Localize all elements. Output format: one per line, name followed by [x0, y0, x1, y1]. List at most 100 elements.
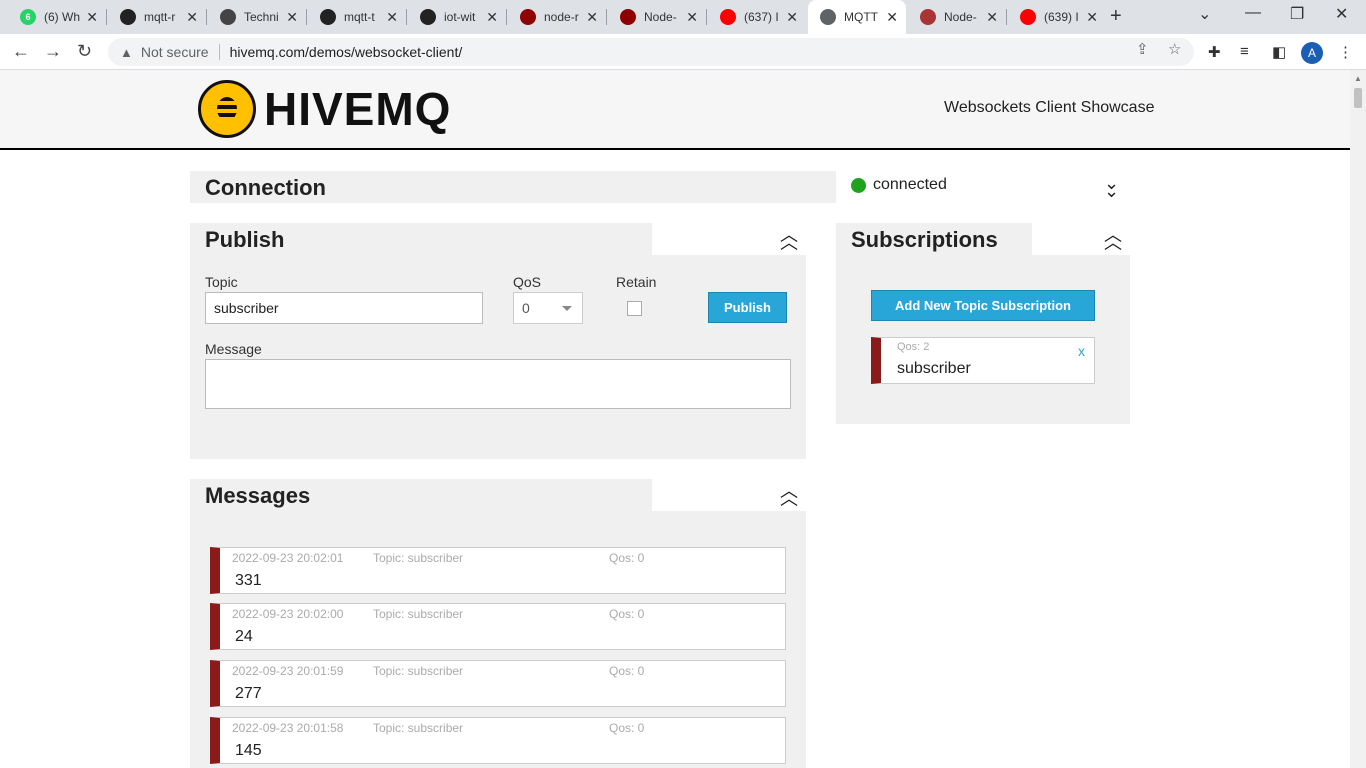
retain-label: Retain [616, 274, 657, 290]
hivemq-logo[interactable]: HIVEMQ [198, 80, 451, 138]
tab-favicon-icon [1020, 9, 1036, 25]
security-label[interactable]: Not secure [141, 44, 209, 60]
tab-title: iot-wit [444, 10, 476, 24]
reload-icon[interactable]: ↻ [77, 41, 92, 62]
subscription-item: Qos: 2 subscriber x [871, 337, 1095, 384]
tab-separator [406, 9, 407, 25]
tab-favicon-icon [420, 9, 436, 25]
url-text[interactable]: hivemq.com/demos/websocket-client/ [230, 44, 463, 60]
browser-tab-bar: 6 (6) Wh ✕ mqtt-r ✕ Techni ✕ mqtt-t ✕ iot-wit ✕ nod… [0, 0, 1366, 34]
scroll-up-icon[interactable]: ▲ [1354, 74, 1362, 83]
collapse-messages-icon[interactable]: ︿ ︿ [780, 482, 798, 508]
browser-tab[interactable]: node-r ✕ [508, 0, 606, 34]
subscription-topic: subscriber [897, 360, 971, 377]
message-topic: Topic: subscriber [373, 664, 464, 678]
minimize-icon[interactable]: — [1245, 4, 1261, 22]
tab-close-icon[interactable]: ✕ [586, 9, 598, 26]
topic-label: Topic [205, 274, 238, 290]
browser-tab[interactable]: (637) I ✕ [708, 0, 806, 34]
expand-connection-icon[interactable]: ⌄ ⌄ [1104, 174, 1119, 200]
warning-icon[interactable]: ▲ [120, 45, 133, 60]
browser-tab[interactable]: iot-wit ✕ [408, 0, 506, 34]
browser-tab[interactable]: mqtt-r ✕ [108, 0, 206, 34]
forward-icon[interactable]: → [44, 41, 62, 62]
qos-value: 0 [522, 300, 530, 316]
remove-subscription-icon[interactable]: x [1078, 343, 1085, 359]
profile-avatar[interactable]: A [1301, 42, 1323, 64]
tab-close-icon[interactable]: ✕ [186, 9, 198, 26]
message-qos: Qos: 0 [609, 664, 645, 678]
omnibox[interactable]: ▲ Not secure hivemq.com/demos/websocket-… [108, 38, 1194, 66]
messages-panel-header: Messages [190, 479, 652, 513]
browser-tab[interactable]: mqtt-t ✕ [308, 0, 406, 34]
tab-close-icon[interactable]: ✕ [886, 9, 898, 26]
share-icon[interactable]: ⇪ [1136, 40, 1149, 58]
tab-favicon-icon [720, 9, 736, 25]
publish-topic-input[interactable]: subscriber [205, 292, 483, 324]
message-value: 331 [235, 572, 262, 589]
publish-qos-select[interactable]: 0 [513, 292, 583, 324]
browser-tab[interactable]: Techni ✕ [208, 0, 306, 34]
close-window-icon[interactable]: ✕ [1335, 4, 1348, 24]
browser-tab[interactable]: Node- ✕ [908, 0, 1006, 34]
tab-close-icon[interactable]: ✕ [286, 9, 298, 26]
scroll-thumb[interactable] [1354, 88, 1362, 108]
chevron-down-icon [562, 306, 572, 311]
tab-close-icon[interactable]: ✕ [686, 9, 698, 26]
message-topic: Topic: subscriber [373, 551, 464, 565]
status-indicator-icon [851, 178, 866, 193]
tab-title: MQTT [844, 10, 878, 24]
browser-tab[interactable]: (639) I ✕ [1008, 0, 1106, 34]
publish-title: Publish [205, 227, 285, 252]
site-header: HIVEMQ Websockets Client Showcase [0, 70, 1350, 150]
collapse-publish-icon[interactable]: ︿ ︿ [780, 226, 798, 252]
bee-icon [198, 80, 256, 138]
tab-title: (6) Wh [44, 10, 80, 24]
back-icon[interactable]: ← [12, 41, 30, 62]
new-tab-button[interactable]: + [1110, 5, 1122, 28]
extensions-icon[interactable]: ✚ [1208, 43, 1221, 61]
tab-close-icon[interactable]: ✕ [986, 9, 998, 26]
tab-close-icon[interactable]: ✕ [86, 9, 98, 26]
tab-separator [206, 9, 207, 25]
qos-label: QoS [513, 274, 542, 290]
browser-tab[interactable]: Node- ✕ [608, 0, 706, 34]
bookmark-star-icon[interactable]: ☆ [1168, 40, 1181, 58]
side-panel-icon[interactable]: ◧ [1272, 43, 1286, 61]
tab-close-icon[interactable]: ✕ [486, 9, 498, 26]
tab-separator [606, 9, 607, 25]
tab-close-icon[interactable]: ✕ [386, 9, 398, 26]
tab-favicon-icon [920, 9, 936, 25]
message-label: Message [205, 341, 262, 357]
connection-panel-header[interactable]: Connection [190, 171, 836, 203]
collapse-subscriptions-icon[interactable]: ︿ ︿ [1104, 226, 1122, 252]
retain-checkbox[interactable] [627, 301, 642, 316]
tab-title: mqtt-r [144, 10, 176, 24]
message-textarea[interactable] [205, 359, 791, 409]
tab-favicon-icon [220, 9, 236, 25]
showcase-title: Websockets Client Showcase [944, 99, 1155, 116]
subscription-qos: Qos: 2 [897, 341, 930, 353]
media-icon[interactable]: ≡ [1240, 43, 1249, 60]
browser-tab[interactable]: MQTT ✕ [808, 0, 906, 34]
message-topic: Topic: subscriber [373, 607, 464, 621]
page-scrollbar[interactable]: ▲ [1350, 70, 1366, 768]
logo-text: HIVEMQ [264, 83, 452, 135]
tab-favicon-icon [320, 9, 336, 25]
tab-close-icon[interactable]: ✕ [786, 9, 798, 26]
tab-search-icon[interactable]: ⌄ [1198, 4, 1211, 24]
connection-status: connected [873, 176, 947, 193]
publish-button[interactable]: Publish [708, 292, 787, 323]
message-value: 277 [235, 685, 262, 702]
tab-title: Techni [244, 10, 279, 24]
add-subscription-button[interactable]: Add New Topic Subscription [871, 290, 1095, 321]
restore-icon[interactable]: ❐ [1290, 4, 1304, 24]
menu-icon[interactable]: ⋮ [1338, 43, 1353, 61]
tab-close-icon[interactable]: ✕ [1086, 9, 1098, 26]
tab-title: Node- [644, 10, 677, 24]
browser-tab[interactable]: 6 (6) Wh ✕ [8, 0, 106, 34]
tab-favicon-icon: 6 [20, 9, 36, 25]
browser-address-bar: ← → ↻ ▲ Not secure hivemq.com/demos/webs… [0, 34, 1366, 70]
tab-separator [306, 9, 307, 25]
tab-favicon-icon [620, 9, 636, 25]
